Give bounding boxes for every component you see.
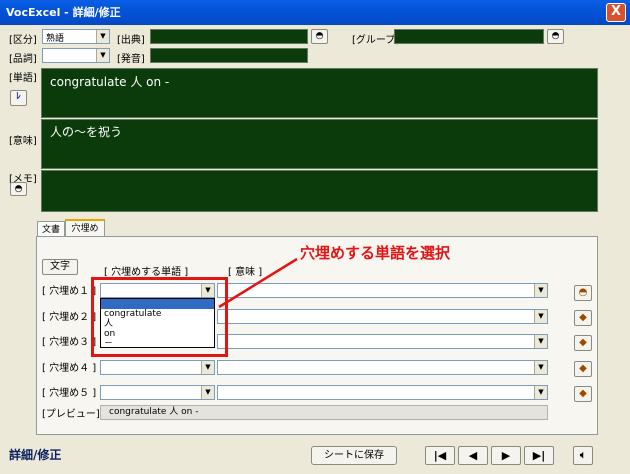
- group-field[interactable]: [394, 29, 544, 44]
- anaume-3-label: [ 穴埋め３ ]: [42, 337, 97, 348]
- kubun-value: 熟語: [46, 34, 65, 44]
- imi-field[interactable]: 人の～を祝う: [41, 119, 598, 169]
- chevron-down-icon[interactable]: ▼: [201, 361, 214, 374]
- nav-prev-button[interactable]: ◀: [458, 446, 488, 465]
- col-word-header: [ 穴埋めする単語 ]: [104, 267, 189, 278]
- nav-first-button[interactable]: |◀: [425, 446, 455, 465]
- chevron-down-icon[interactable]: ▼: [534, 361, 547, 374]
- tango-value: congratulate 人 on -: [50, 75, 170, 89]
- anaume-4-label: [ 穴埋め４ ]: [42, 363, 97, 374]
- moji-button[interactable]: 文字: [42, 259, 78, 275]
- nav-last-button[interactable]: ▶|: [524, 446, 554, 465]
- eraser-icon: ◆: [579, 312, 587, 323]
- chevron-down-icon[interactable]: ▼: [534, 386, 547, 399]
- tango-field[interactable]: congratulate 人 on -: [41, 68, 598, 118]
- eye-icon: ◓: [551, 31, 560, 41]
- speaker-icon: 🔈︎: [580, 450, 586, 461]
- shutten-lookup-button[interactable]: ◓: [311, 29, 328, 44]
- anaume-5-label: [ 穴埋め５ ]: [42, 388, 97, 399]
- hinshi-select[interactable]: ▼: [42, 48, 110, 63]
- window-title: VocExcel - 詳細/修正: [6, 6, 121, 19]
- shutten-label: [出典]: [117, 35, 145, 46]
- anaume-4-meaning-select[interactable]: ▼: [217, 360, 548, 375]
- save-to-sheet-button[interactable]: シートに保存: [311, 446, 397, 465]
- eraser-icon: ◆: [579, 363, 587, 374]
- title-bar: VocExcel - 詳細/修正: [0, 0, 630, 25]
- anaume-4-button[interactable]: ◆: [574, 361, 592, 377]
- speaker-button[interactable]: 🔈︎: [573, 446, 593, 465]
- eye-icon: ◓: [14, 184, 23, 194]
- tango-label: [単語]: [9, 73, 37, 84]
- group-lookup-button[interactable]: ◓: [547, 29, 564, 44]
- imi-value: 人の～を祝う: [50, 125, 123, 139]
- anaume-1-button[interactable]: ◓: [574, 285, 592, 301]
- status-label: 詳細/修正: [9, 448, 62, 462]
- preview-label: [プレビュー]: [42, 409, 100, 420]
- tab-anaume[interactable]: 穴埋め: [65, 219, 105, 237]
- chevron-down-icon[interactable]: ▼: [96, 49, 109, 62]
- chevron-down-icon[interactable]: ▼: [534, 335, 547, 348]
- shutten-field[interactable]: [150, 29, 308, 44]
- nav-next-button[interactable]: ▶: [491, 446, 521, 465]
- eraser-icon: ◆: [579, 388, 587, 399]
- group-label: [グループ]: [352, 35, 400, 46]
- anaume-2-label: [ 穴埋め２ ]: [42, 312, 97, 323]
- anaume-4-word-select[interactable]: ▼: [100, 360, 215, 375]
- anaume-5-meaning-select[interactable]: ▼: [217, 385, 548, 400]
- anaume-3-meaning-select[interactable]: ▼: [217, 334, 548, 349]
- eye-icon: ◓: [315, 31, 324, 41]
- tango-edit-button[interactable]: ﾚ: [10, 90, 27, 106]
- kubun-select[interactable]: 熟語 ▼: [42, 29, 110, 44]
- memo-field[interactable]: [41, 170, 598, 212]
- memo-button[interactable]: ◓: [10, 182, 27, 196]
- anaume-5-button[interactable]: ◆: [574, 386, 592, 402]
- chevron-down-icon[interactable]: ▼: [201, 386, 214, 399]
- eraser-icon: ◆: [579, 337, 587, 348]
- anaume-2-button[interactable]: ◆: [574, 310, 592, 326]
- annotation-text: 穴埋めする単語を選択: [300, 244, 451, 262]
- anaume-3-button[interactable]: ◆: [574, 335, 592, 351]
- hatsuon-field[interactable]: [150, 48, 308, 63]
- chevron-down-icon[interactable]: ▼: [96, 30, 109, 43]
- chevron-down-icon[interactable]: ▼: [534, 310, 547, 323]
- preview-field: congratulate 人 on -: [100, 405, 548, 420]
- eye-icon: ◓: [578, 287, 588, 298]
- anaume-1-label: [ 穴埋め１ ]: [42, 286, 97, 297]
- hatsuon-label: [発音]: [117, 54, 145, 65]
- anaume-5-word-select[interactable]: ▼: [100, 385, 215, 400]
- tab-bunsho[interactable]: 文書: [37, 221, 65, 237]
- hinshi-label: [品詞]: [9, 54, 37, 65]
- annotation-highlight-box: [91, 277, 228, 357]
- annotation-arrow: [218, 257, 298, 309]
- kubun-label: [区分]: [9, 35, 37, 46]
- pen-icon: ﾚ: [16, 92, 21, 102]
- close-button[interactable]: X: [606, 3, 626, 22]
- chevron-down-icon[interactable]: ▼: [534, 284, 547, 297]
- imi-label: [意味]: [9, 136, 37, 147]
